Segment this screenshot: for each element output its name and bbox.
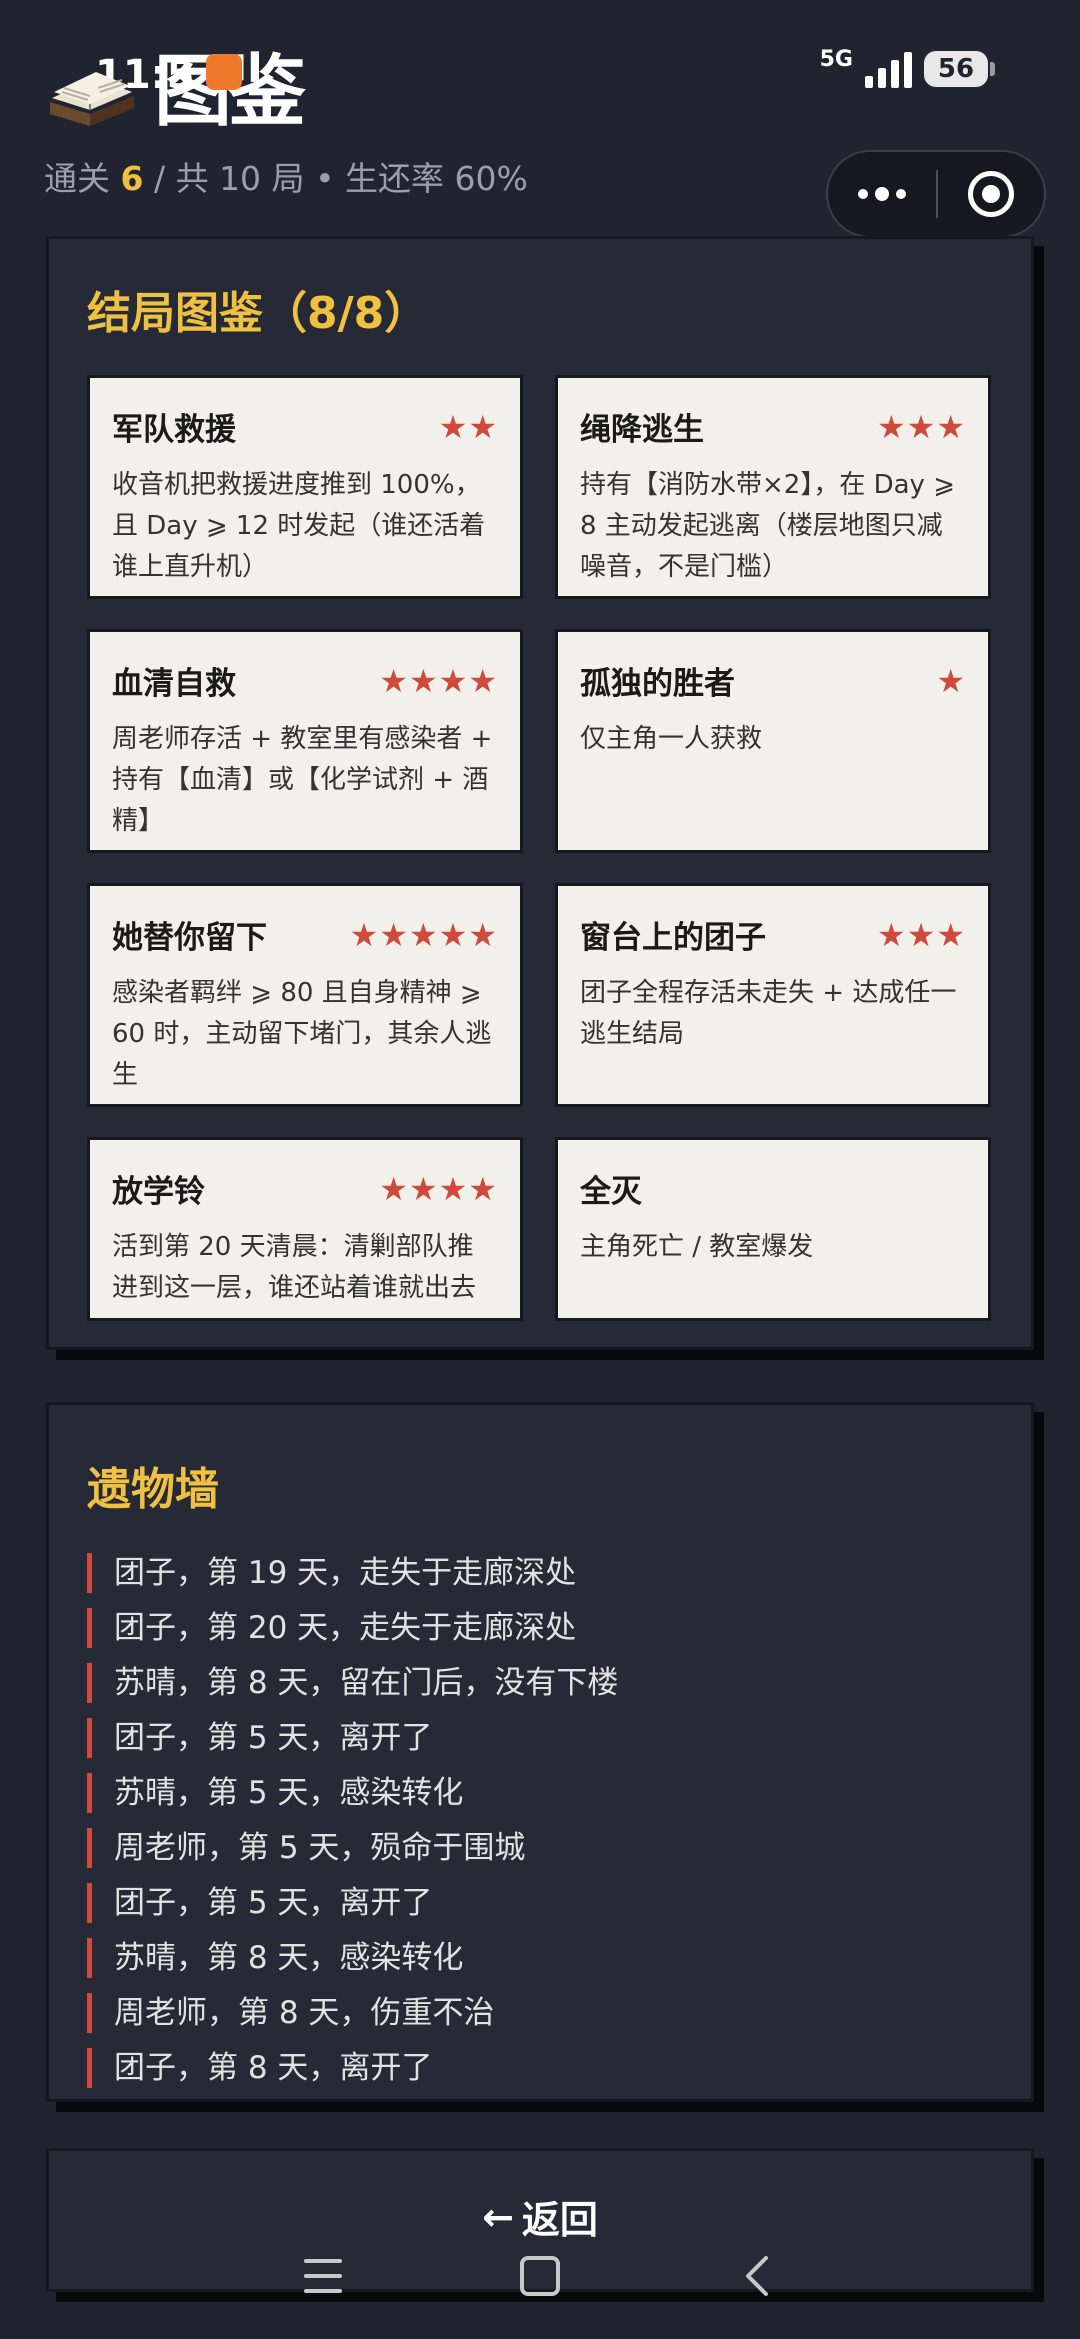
cleared-label: 通关 — [44, 159, 110, 198]
relic-item: 周老师，第 5 天，殒命于围城 — [87, 1828, 993, 1868]
home-icon[interactable] — [520, 2256, 560, 2296]
close-miniprogram-button[interactable] — [938, 152, 1044, 236]
notification-badge — [206, 54, 242, 90]
ending-desc: 持有【消防水带×2】，在 Day ⩾ 8 主动发起逃离（楼层地图只减噪音，不是门… — [580, 470, 955, 582]
ending-card: 全灭 主角死亡 / 教室爆发 — [555, 1137, 991, 1321]
ending-stars: ★★ — [438, 407, 498, 446]
ending-title: 她替你留下 — [112, 920, 267, 956]
ending-desc: 感染者羁绊 ⩾ 80 且自身精神 ⩾ 60 时，主动留下堵门，其余人逃生 — [112, 978, 492, 1090]
ending-desc: 活到第 20 天清晨：清剿部队推进到这一层，谁还站着谁就出去 — [112, 1232, 477, 1303]
relic-item: 周老师，第 8 天，伤重不治 — [87, 1993, 993, 2033]
ending-stars: ★ — [936, 661, 966, 700]
ending-title: 全灭 — [580, 1174, 642, 1210]
ending-title: 血清自救 — [112, 666, 236, 702]
ending-title: 孤独的胜者 — [580, 666, 735, 702]
network-label: 5G — [819, 46, 853, 72]
ending-title: 放学铃 — [112, 1174, 205, 1210]
status-icons: 5G 56 — [819, 46, 995, 88]
relic-item: 苏晴，第 8 天，留在门后，没有下楼 — [87, 1663, 993, 1703]
relic-item: 团子，第 8 天，离开了 — [87, 2048, 993, 2088]
target-icon — [968, 171, 1014, 217]
stats-line: 通关 6 / 共 10 局 • 生还率 60% — [44, 152, 528, 200]
system-nav-bar — [0, 2240, 1080, 2339]
back-nav-icon[interactable] — [742, 2254, 772, 2298]
endings-title: 结局图鉴（8/8） — [87, 288, 429, 339]
endings-grid: 军队救援 ★★ 收音机把救援进度推到 100%，且 Day ⩾ 12 时发起（谁还… — [87, 375, 993, 1351]
relics-panel: 遗物墙 团子，第 19 天，走失于走廊深处 团子，第 20 天，走失于走廊深处 … — [46, 1402, 1034, 2102]
menu-icon[interactable] — [304, 2259, 342, 2304]
ending-stars: ★★★★ — [379, 661, 498, 700]
survival-text: 生还率 60% — [345, 159, 528, 198]
ending-card: 血清自救 ★★★★ 周老师存活 + 教室里有感染者 + 持有【血清】或【化学试剂 … — [87, 629, 523, 853]
ending-title: 军队救援 — [112, 412, 236, 448]
miniprogram-capsule — [826, 150, 1046, 238]
relic-item: 团子，第 5 天，离开了 — [87, 1718, 993, 1758]
ending-card: 放学铃 ★★★★ 活到第 20 天清晨：清剿部队推进到这一层，谁还站着谁就出去 — [87, 1137, 523, 1321]
ending-desc: 团子全程存活未走失 + 达成任一逃生结局 — [580, 978, 957, 1049]
ending-card: 窗台上的团子 ★★★ 团子全程存活未走失 + 达成任一逃生结局 — [555, 883, 991, 1107]
relics-title: 遗物墙 — [87, 1464, 219, 1515]
ending-card: 绳降逃生 ★★★ 持有【消防水带×2】，在 Day ⩾ 8 主动发起逃离（楼层地图… — [555, 375, 991, 599]
more-button[interactable] — [828, 152, 936, 236]
arrow-left-icon: ← — [482, 2194, 514, 2239]
ending-title: 窗台上的团子 — [580, 920, 766, 956]
ending-title: 绳降逃生 — [580, 412, 704, 448]
ending-card: 孤独的胜者 ★ 仅主角一人获救 — [555, 629, 991, 853]
relic-item: 苏晴，第 5 天，感染转化 — [87, 1773, 993, 1813]
endings-panel: 结局图鉴（8/8） 军队救援 ★★ 收音机把救援进度推到 100%，且 Day ⩾… — [46, 236, 1034, 1350]
ending-desc: 周老师存活 + 教室里有感染者 + 持有【血清】或【化学试剂 + 酒精】 — [112, 724, 493, 836]
page-logo: 图鉴 — [44, 52, 306, 132]
back-button[interactable]: ← 返回 — [482, 2189, 598, 2244]
ending-card: 她替你留下 ★★★★★ 感染者羁绊 ⩾ 80 且自身精神 ⩾ 60 时，主动留下堵… — [87, 883, 523, 1107]
book-icon — [50, 72, 134, 126]
cleared-value: 6 — [120, 159, 144, 198]
total-text: / 共 10 局 — [153, 159, 305, 198]
ending-desc: 仅主角一人获救 — [580, 724, 763, 754]
ending-stars: ★★★ — [876, 915, 966, 954]
relic-list: 团子，第 19 天，走失于走廊深处 团子，第 20 天，走失于走廊深处 苏晴，第… — [87, 1553, 993, 2088]
ending-card: 军队救援 ★★ 收音机把救援进度推到 100%，且 Day ⩾ 12 时发起（谁还… — [87, 375, 523, 599]
ending-desc: 主角死亡 / 教室爆发 — [580, 1232, 814, 1262]
back-label: 返回 — [521, 2198, 598, 2242]
ending-stars: ★★★★★ — [349, 915, 498, 954]
ending-desc: 收音机把救援进度推到 100%，且 Day ⩾ 12 时发起（谁还活着谁上直升机… — [112, 470, 486, 582]
relic-item: 团子，第 20 天，走失于走廊深处 — [87, 1608, 993, 1648]
battery-level: 56 — [937, 54, 975, 84]
ending-stars: ★★★★ — [379, 1169, 498, 1208]
signal-icon — [865, 50, 912, 88]
relic-item: 团子，第 19 天，走失于走廊深处 — [87, 1553, 993, 1593]
relic-item: 团子，第 5 天，离开了 — [87, 1883, 993, 1923]
relic-item: 苏晴，第 8 天，感染转化 — [87, 1938, 993, 1978]
battery-icon: 56 — [924, 51, 995, 87]
ending-stars: ★★★ — [876, 407, 966, 446]
stats-separator: • — [315, 159, 335, 198]
